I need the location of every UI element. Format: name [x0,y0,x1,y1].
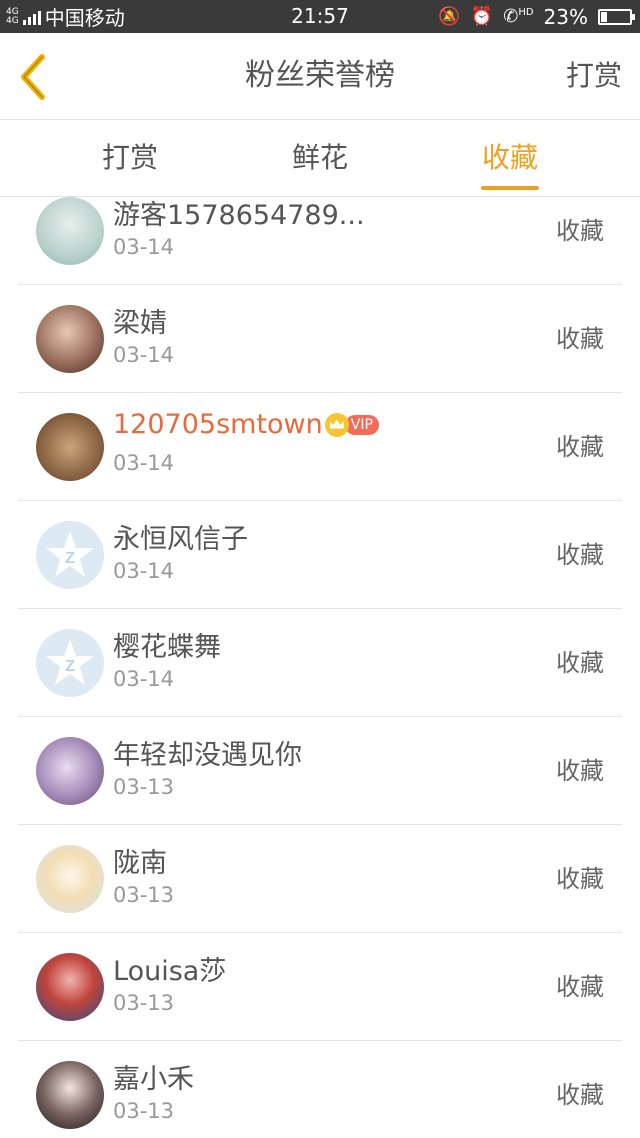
item-date: 03-13 [113,775,175,799]
item-action: 收藏 [556,757,604,785]
user-name: 年轻却没遇见你 [113,740,302,771]
list-item[interactable]: Louisa莎 03-13 收藏 [0,933,640,1041]
active-tab-indicator [481,186,539,190]
status-right: 🔕 ⏰ ✆HD 23% [438,0,635,33]
avatar [36,953,104,1021]
item-date: 03-13 [113,883,175,907]
user-name: 陇南 [113,848,167,879]
item-action: 收藏 [556,541,604,569]
tab-flowers[interactable]: 鲜花 [260,120,380,196]
tab-favorites[interactable]: 收藏 [450,120,570,196]
avatar [36,305,104,373]
avatar: Z [36,521,104,589]
tab-reward[interactable]: 打赏 [70,120,190,196]
item-action: 收藏 [556,865,604,893]
item-action: 收藏 [556,433,604,461]
battery-icon [598,8,635,25]
item-date: 03-13 [113,1099,175,1123]
avatar [36,197,104,265]
back-arrow-icon [21,54,45,100]
list-item[interactable]: 陇南 03-13 收藏 [0,825,640,933]
item-date: 03-14 [113,343,175,367]
user-name: 游客1578654789... [113,200,365,231]
user-name: 樱花蝶舞 [113,632,221,663]
list-item[interactable]: 年轻却没遇见你 03-13 收藏 [0,717,640,825]
vip-badge: VIP [344,414,379,435]
avatar [36,737,104,805]
user-name: 梁婧 [113,308,167,339]
avatar [36,845,104,913]
user-name: 120705smtown VIP [113,409,379,440]
silent-bell-icon: 🔕 [438,6,461,27]
item-action: 收藏 [556,973,604,1001]
item-action: 收藏 [556,649,604,677]
item-action: 收藏 [556,1081,604,1109]
item-date: 03-14 [113,235,175,259]
list-item[interactable]: 梁婧 03-14 收藏 [0,285,640,393]
nav-bar: 粉丝荣誉榜 打赏 [0,33,640,120]
alarm-clock-icon: ⏰ [470,6,494,27]
reward-button[interactable]: 打赏 [566,33,622,119]
item-date: 03-13 [113,991,175,1015]
default-avatar-star-icon: Z [46,531,94,577]
hd-call-icon: ✆HD [503,6,534,27]
avatar: Z [36,629,104,697]
item-date: 03-14 [113,451,175,475]
user-name: 嘉小禾 [113,1064,194,1095]
list-item[interactable]: 嘉小禾 03-13 收藏 [0,1041,640,1138]
battery-percent: 23% [543,4,588,29]
svg-text:Z: Z [65,550,75,567]
list-item[interactable]: Z 樱花蝶舞 03-14 收藏 [0,609,640,717]
list-item[interactable]: 游客1578654789... 03-14 收藏 [0,197,640,285]
page-title: 粉丝荣誉榜 [245,58,395,93]
list-item[interactable]: Z 永恒风信子 03-14 收藏 [0,501,640,609]
user-name-text: 120705smtown [113,409,323,440]
status-bar: 4G 4G 中国移动 21:57 🔕 ⏰ ✆HD 23% [0,0,640,33]
fan-list: 游客1578654789... 03-14 收藏 梁婧 03-14 收藏 120… [0,197,640,1138]
crown-icon [324,412,349,437]
default-avatar-star-icon: Z [46,639,94,685]
svg-text:Z: Z [65,658,75,675]
item-action: 收藏 [556,217,604,245]
user-name: 永恒风信子 [113,524,248,555]
avatar [36,1061,104,1129]
avatar [36,413,104,481]
back-button[interactable] [14,53,54,101]
item-date: 03-14 [113,559,175,583]
item-date: 03-14 [113,667,175,691]
item-action: 收藏 [556,325,604,353]
list-item[interactable]: 120705smtown VIP 03-14 收藏 [0,393,640,501]
user-name: Louisa莎 [113,956,227,987]
tab-bar: 打赏 鲜花 收藏 [0,120,640,197]
